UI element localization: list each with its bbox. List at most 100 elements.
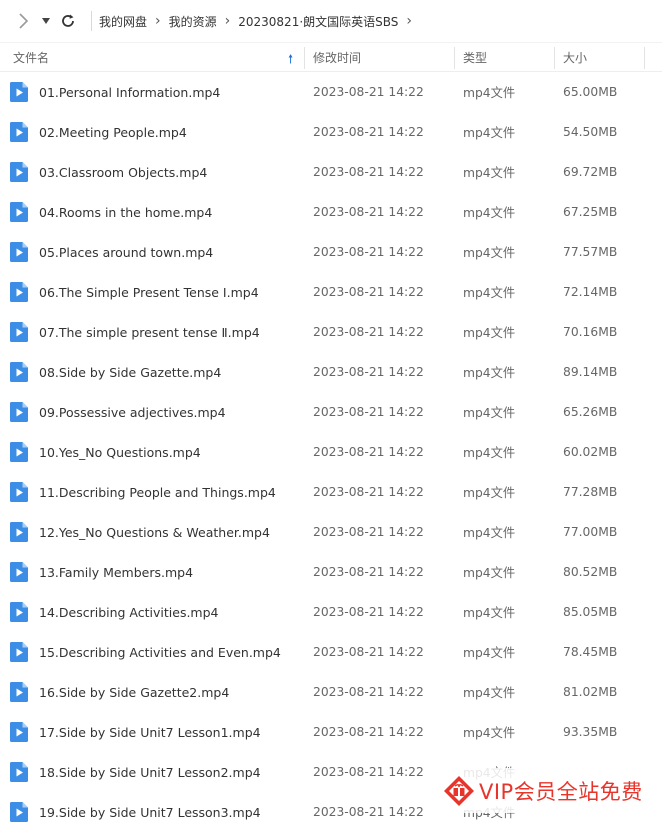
file-name: 18.Side by Side Unit7 Lesson2.mp4 bbox=[39, 764, 261, 780]
toolbar: 我的网盘 › 我的资源 › 20230821·朗文国际英语SBS › bbox=[0, 0, 662, 42]
video-file-icon bbox=[10, 682, 28, 702]
file-type: mp4文件 bbox=[463, 126, 516, 140]
table-row[interactable]: 15.Describing Activities and Even.mp4 202… bbox=[0, 632, 662, 672]
file-type: mp4文件 bbox=[463, 366, 516, 380]
file-name: 16.Side by Side Gazette2.mp4 bbox=[39, 684, 230, 700]
breadcrumb-chevron-icon: › bbox=[224, 13, 231, 29]
file-type: mp4文件 bbox=[463, 606, 516, 620]
column-header-name[interactable]: 文件名 bbox=[4, 43, 304, 72]
video-file-icon bbox=[10, 202, 28, 222]
file-type: mp4文件 bbox=[463, 446, 516, 460]
table-row[interactable]: 06.The Simple Present Tense Ⅰ.mp4 2023-08… bbox=[0, 272, 662, 312]
file-name: 01.Personal Information.mp4 bbox=[39, 84, 221, 100]
file-name: 10.Yes_No Questions.mp4 bbox=[39, 444, 201, 460]
table-row[interactable]: 11.Describing People and Things.mp4 2023-… bbox=[0, 472, 662, 512]
file-size: 78.45MB bbox=[563, 645, 618, 659]
file-size: 80.52MB bbox=[563, 565, 618, 579]
video-file-icon bbox=[10, 362, 28, 382]
file-name: 09.Possessive adjectives.mp4 bbox=[39, 404, 226, 420]
table-row[interactable]: 04.Rooms in the home.mp4 2023-08-21 14:22… bbox=[0, 192, 662, 232]
file-size: 65.00MB bbox=[563, 85, 618, 99]
column-header-modified[interactable]: 修改时间 bbox=[304, 43, 454, 72]
file-modified: 2023-08-21 14:22 bbox=[313, 645, 424, 659]
video-file-icon bbox=[10, 442, 28, 462]
table-row[interactable]: 05.Places around town.mp4 2023-08-21 14:2… bbox=[0, 232, 662, 272]
file-type: mp4文件 bbox=[463, 726, 516, 740]
breadcrumb-item-current[interactable]: 20230821·朗文国际英语SBS bbox=[238, 13, 398, 30]
breadcrumb-item[interactable]: 我的网盘 bbox=[99, 13, 147, 30]
video-file-icon bbox=[10, 122, 28, 142]
file-name: 14.Describing Activities.mp4 bbox=[39, 604, 219, 620]
table-row[interactable]: 02.Meeting People.mp4 2023-08-21 14:22 mp4… bbox=[0, 112, 662, 152]
file-modified: 2023-08-21 14:22 bbox=[313, 725, 424, 739]
file-type: mp4文件 bbox=[463, 406, 516, 420]
forward-button[interactable] bbox=[12, 10, 34, 32]
file-size: 60.02MB bbox=[563, 445, 618, 459]
table-row[interactable]: 17.Side by Side Unit7 Lesson1.mp4 2023-08… bbox=[0, 712, 662, 752]
table-row[interactable]: 16.Side by Side Gazette2.mp4 2023-08-21 1… bbox=[0, 672, 662, 712]
file-modified: 2023-08-21 14:22 bbox=[313, 365, 424, 379]
file-modified: 2023-08-21 14:22 bbox=[313, 445, 424, 459]
file-name: 03.Classroom Objects.mp4 bbox=[39, 164, 208, 180]
toolbar-divider bbox=[91, 11, 92, 31]
file-name: 13.Family Members.mp4 bbox=[39, 564, 194, 580]
caret-down-icon bbox=[42, 18, 50, 24]
breadcrumb-item[interactable]: 我的资源 bbox=[169, 13, 217, 30]
table-row[interactable]: 01.Personal Information.mp4 2023-08-21 14… bbox=[0, 72, 662, 112]
video-file-icon bbox=[10, 162, 28, 182]
column-header-type[interactable]: 类型 bbox=[454, 43, 554, 72]
file-modified: 2023-08-21 14:22 bbox=[313, 205, 424, 219]
table-row[interactable]: 03.Classroom Objects.mp4 2023-08-21 14:22… bbox=[0, 152, 662, 192]
file-size: 54.50MB bbox=[563, 125, 618, 139]
file-size: 81.02MB bbox=[563, 685, 618, 699]
file-type: mp4文件 bbox=[463, 246, 516, 260]
breadcrumb: 我的网盘 › 我的资源 › 20230821·朗文国际英语SBS › bbox=[99, 11, 420, 31]
table-row[interactable]: 13.Family Members.mp4 2023-08-21 14:22 mp4… bbox=[0, 552, 662, 592]
file-type: mp4文件 bbox=[463, 326, 516, 340]
file-modified: 2023-08-21 14:22 bbox=[313, 765, 424, 779]
file-name: 07.The simple present tense Ⅱ.mp4 bbox=[39, 324, 260, 340]
video-file-icon bbox=[10, 482, 28, 502]
file-type: mp4文件 bbox=[463, 486, 516, 500]
gift-box-icon bbox=[444, 775, 474, 806]
file-type: mp4文件 bbox=[463, 646, 516, 660]
file-size: 77.57MB bbox=[563, 245, 618, 259]
file-modified: 2023-08-21 14:22 bbox=[313, 605, 424, 619]
file-modified: 2023-08-21 14:22 bbox=[313, 285, 424, 299]
refresh-button[interactable] bbox=[58, 10, 78, 32]
file-type: mp4文件 bbox=[463, 566, 516, 580]
file-modified: 2023-08-21 14:22 bbox=[313, 245, 424, 259]
video-file-icon bbox=[10, 802, 28, 822]
file-name: 17.Side by Side Unit7 Lesson1.mp4 bbox=[39, 724, 261, 740]
file-size: 77.28MB bbox=[563, 485, 618, 499]
file-type: mp4文件 bbox=[463, 166, 516, 180]
file-type: mp4文件 bbox=[463, 286, 516, 300]
video-file-icon bbox=[10, 82, 28, 102]
file-type: mp4文件 bbox=[463, 86, 516, 100]
file-size: 72.14MB bbox=[563, 285, 618, 299]
table-row[interactable]: 09.Possessive adjectives.mp4 2023-08-21 1… bbox=[0, 392, 662, 432]
column-divider[interactable] bbox=[644, 47, 645, 69]
column-header-size[interactable]: 大小 bbox=[554, 43, 644, 72]
column-header-modified-label: 修改时间 bbox=[313, 51, 362, 65]
file-modified: 2023-08-21 14:22 bbox=[313, 165, 424, 179]
file-modified: 2023-08-21 14:22 bbox=[313, 525, 424, 539]
breadcrumb-chevron-icon[interactable]: › bbox=[406, 14, 412, 28]
table-row[interactable]: 08.Side by Side Gazette.mp4 2023-08-21 14… bbox=[0, 352, 662, 392]
table-row[interactable]: 07.The simple present tense Ⅱ.mp4 2023-08… bbox=[0, 312, 662, 352]
video-file-icon bbox=[10, 722, 28, 742]
video-file-icon bbox=[10, 242, 28, 262]
file-name: 12.Yes_No Questions & Weather.mp4 bbox=[39, 524, 270, 540]
file-size: 93.35MB bbox=[563, 725, 618, 739]
file-name: 19.Side by Side Unit7 Lesson3.mp4 bbox=[39, 804, 261, 820]
watermark: VIP会员全站免费 bbox=[441, 768, 651, 813]
file-modified: 2023-08-21 14:22 bbox=[313, 485, 424, 499]
table-row[interactable]: 14.Describing Activities.mp4 2023-08-21 1… bbox=[0, 592, 662, 632]
table-row[interactable]: 12.Yes_No Questions & Weather.mp4 2023-08… bbox=[0, 512, 662, 552]
file-modified: 2023-08-21 14:22 bbox=[313, 125, 424, 139]
table-row[interactable]: 10.Yes_No Questions.mp4 2023-08-21 14:22 m… bbox=[0, 432, 662, 472]
breadcrumb-chevron-icon: › bbox=[155, 13, 161, 29]
file-name: 15.Describing Activities and Even.mp4 bbox=[39, 644, 281, 660]
history-dropdown-button[interactable] bbox=[38, 10, 54, 32]
file-name: 04.Rooms in the home.mp4 bbox=[39, 204, 213, 220]
